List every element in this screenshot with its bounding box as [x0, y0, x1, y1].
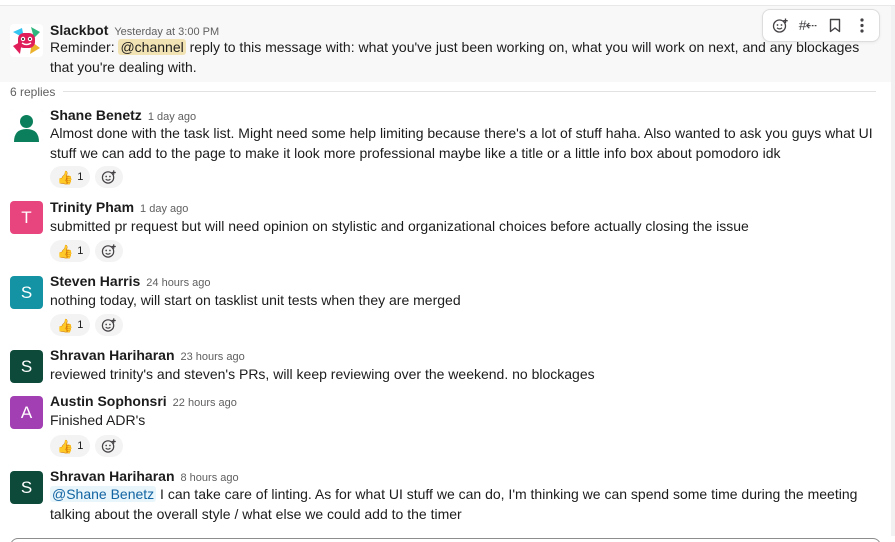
add-reaction-icon	[772, 18, 788, 33]
add-reaction-icon	[102, 170, 117, 184]
reply-author[interactable]: Austin Sophonsri	[50, 393, 167, 409]
user-silhouette-icon	[10, 109, 43, 142]
parent-message[interactable]: Slackbot Yesterday at 3:00 PM Reminder: @…	[0, 6, 895, 82]
reply-text-body: I can take care of linting. As for what …	[50, 486, 858, 522]
add-reaction-button[interactable]	[95, 314, 124, 336]
reply-timestamp[interactable]: 22 hours ago	[173, 397, 237, 409]
avatar-shravan-hariharan[interactable]: S	[10, 350, 43, 383]
add-reaction-button[interactable]	[95, 166, 124, 188]
scrollbar-track[interactable]	[891, 6, 895, 536]
share-to-channel-icon: #⇠	[798, 17, 818, 33]
thumbs-up-reaction[interactable]: 👍 1	[50, 314, 91, 336]
reply-header: Shane Benetz 1 day ago	[50, 107, 196, 123]
reply-author[interactable]: Steven Harris	[50, 273, 140, 289]
user-mention[interactable]: @Shane Benetz	[50, 486, 157, 502]
reply-author[interactable]: Shravan Hariharan	[50, 347, 175, 363]
reply-text: submitted pr request but will need opini…	[50, 218, 749, 234]
reply-header: Trinity Pham 1 day ago	[50, 199, 188, 215]
save-message-button[interactable]	[822, 13, 848, 39]
reply-text: Almost done with the task list. Might ne…	[50, 125, 873, 161]
thumbs-up-icon: 👍	[57, 317, 74, 333]
reaction-bar: 👍 1	[50, 435, 124, 457]
reply-timestamp[interactable]: 23 hours ago	[181, 351, 245, 363]
parent-text-prefix: Reminder:	[50, 39, 119, 55]
add-reaction-icon	[102, 318, 117, 332]
reply-text: reviewed trinity's and steven's PRs, wil…	[50, 366, 595, 382]
slackbot-logo-icon	[10, 24, 43, 57]
parent-text: Reminder: @channel reply to this message…	[50, 38, 860, 77]
bookmark-icon	[829, 18, 840, 33]
reply-header: Austin Sophonsri 22 hours ago	[50, 393, 237, 409]
reply-text: nothing today, will start on tasklist un…	[50, 292, 461, 308]
add-reaction-icon	[102, 439, 117, 453]
reply-timestamp[interactable]: 24 hours ago	[146, 277, 210, 289]
parent-timestamp[interactable]: Yesterday at 3:00 PM	[114, 26, 219, 38]
avatar-shravan-hariharan[interactable]: S	[10, 471, 43, 504]
thumbs-up-reaction[interactable]: 👍 1	[50, 240, 91, 262]
replies-count: 6 replies	[10, 85, 64, 99]
reaction-bar: 👍 1	[50, 166, 124, 188]
avatar-shane-benetz[interactable]	[10, 109, 43, 142]
reaction-bar: 👍 1	[50, 240, 124, 262]
thumbs-up-icon: 👍	[57, 169, 74, 185]
thumbs-up-icon: 👍	[57, 438, 74, 454]
reaction-count: 1	[77, 319, 84, 331]
more-actions-button[interactable]	[849, 13, 875, 39]
thumbs-up-reaction[interactable]: 👍 1	[50, 435, 91, 457]
message-composer[interactable]	[10, 538, 881, 542]
thumbs-up-reaction[interactable]: 👍 1	[50, 166, 91, 188]
reply-author[interactable]: Shane Benetz	[50, 107, 142, 123]
parent-author[interactable]: Slackbot	[50, 22, 108, 38]
reply-timestamp[interactable]: 1 day ago	[140, 203, 188, 215]
reaction-bar: 👍 1	[50, 314, 124, 336]
reply-header: Steven Harris 24 hours ago	[50, 273, 211, 289]
reaction-count: 1	[77, 171, 84, 183]
reply-author[interactable]: Shravan Hariharan	[50, 468, 175, 484]
channel-mention[interactable]: @channel	[118, 39, 186, 55]
add-reaction-button[interactable]	[95, 435, 124, 457]
parent-header: Slackbot Yesterday at 3:00 PM	[50, 22, 219, 38]
thumbs-up-icon: 👍	[57, 243, 74, 259]
replies-divider: 6 replies	[10, 85, 876, 99]
add-reaction-button[interactable]	[95, 240, 124, 262]
reply-header: Shravan Hariharan 23 hours ago	[50, 347, 245, 363]
add-reaction-icon	[102, 244, 117, 258]
slackbot-avatar[interactable]	[10, 24, 43, 57]
add-reaction-button[interactable]	[768, 13, 794, 39]
replies-line	[10, 91, 876, 92]
avatar-austin-sophonsri[interactable]: A	[10, 396, 43, 429]
reaction-count: 1	[77, 440, 84, 452]
message-actions-toolbar: #⇠	[762, 9, 880, 42]
share-to-channel-button[interactable]: #⇠	[795, 13, 821, 39]
reply-text: @Shane Benetz I can take care of linting…	[50, 485, 880, 524]
reply-timestamp[interactable]: 1 day ago	[148, 111, 196, 123]
reply-timestamp[interactable]: 8 hours ago	[181, 472, 239, 484]
avatar-trinity-pham[interactable]: T	[10, 201, 43, 234]
reaction-count: 1	[77, 245, 84, 257]
avatar-steven-harris[interactable]: S	[10, 276, 43, 309]
reply-text: Finished ADR's	[50, 412, 146, 428]
reply-author[interactable]: Trinity Pham	[50, 199, 134, 215]
reply-header: Shravan Hariharan 8 hours ago	[50, 468, 239, 484]
more-actions-icon	[859, 18, 864, 33]
